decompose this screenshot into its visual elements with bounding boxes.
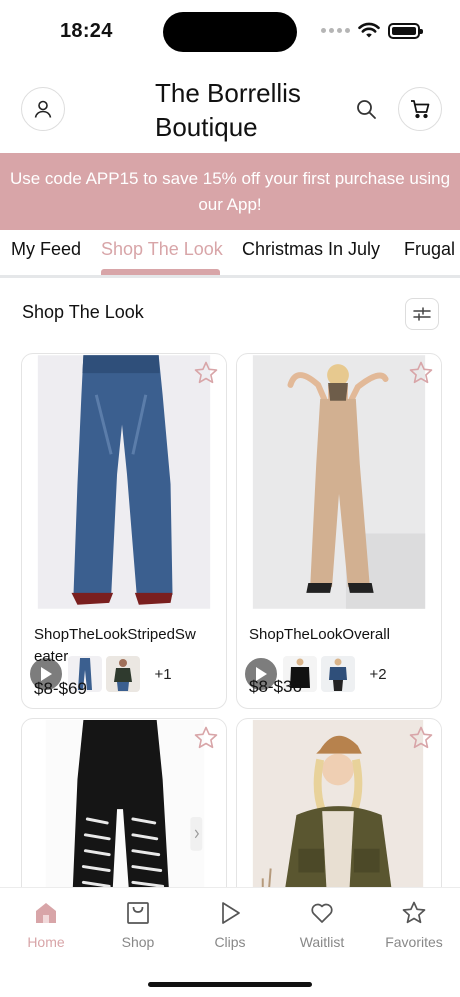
filter-button[interactable]: [405, 298, 439, 330]
nav-favorites-label: Favorites: [385, 934, 443, 950]
cart-icon: [411, 100, 430, 119]
tab-christmas-in-july[interactable]: Christmas In July: [242, 239, 380, 260]
product-price: $8-$69: [34, 679, 87, 698]
product-card[interactable]: +1 ShopTheLookStripedSweater $8-$69: [21, 353, 227, 709]
tab-frugal[interactable]: Frugal F: [404, 239, 460, 260]
status-time: 18:24: [60, 20, 113, 42]
favorite-star-icon[interactable]: [408, 725, 434, 751]
home-icon: [36, 903, 56, 923]
dynamic-island: [163, 12, 297, 52]
cellular-signal-icon: [321, 28, 350, 33]
status-bar: 18:24: [0, 0, 460, 64]
product-image: [237, 355, 441, 609]
product-price: $8-$36: [249, 677, 302, 696]
promo-banner[interactable]: Use code APP15 to save 15% off your firs…: [0, 153, 460, 230]
star-icon: [402, 901, 426, 924]
nav-clips[interactable]: Clips: [190, 900, 270, 950]
tabs-divider: [0, 275, 460, 278]
tab-my-feed[interactable]: My Feed: [11, 239, 81, 260]
nav-home[interactable]: Home: [6, 900, 86, 950]
cart-button[interactable]: [398, 87, 442, 131]
shop-bag-icon: [127, 902, 149, 924]
category-tabs: My Feed Shop The Look Christmas In July …: [0, 230, 460, 276]
brand-title: The Borrellis Boutique: [155, 78, 301, 142]
bottom-navigation: Home Shop Clips Waitlist Favorites: [0, 887, 460, 997]
wifi-icon: [358, 22, 380, 38]
tab-shop-the-look[interactable]: Shop The Look: [101, 239, 223, 260]
product-image: [22, 355, 226, 609]
product-card[interactable]: +2 ShopTheLookOverall $8-$36: [236, 353, 442, 709]
favorite-star-icon[interactable]: [408, 360, 434, 386]
status-icons: [321, 22, 423, 39]
nav-waitlist-label: Waitlist: [299, 934, 345, 950]
home-indicator: [148, 982, 312, 987]
nav-home-label: Home: [27, 934, 65, 950]
look-thumbnail[interactable]: [321, 656, 355, 692]
nav-shop[interactable]: Shop: [98, 900, 178, 950]
profile-button[interactable]: [21, 87, 65, 131]
section-title: Shop The Look: [22, 302, 144, 322]
user-icon: [34, 100, 52, 118]
sliders-icon: [413, 307, 431, 321]
play-icon: [222, 902, 240, 924]
nav-waitlist[interactable]: Waitlist: [282, 900, 362, 950]
app-header: The Borrellis Boutique: [0, 70, 460, 150]
favorite-star-icon[interactable]: [193, 360, 219, 386]
more-items-count[interactable]: +2: [359, 656, 397, 692]
favorite-star-icon[interactable]: [193, 725, 219, 751]
nav-favorites[interactable]: Favorites: [374, 900, 454, 950]
battery-icon: [388, 22, 423, 39]
search-icon: [357, 100, 376, 119]
heart-icon: [311, 903, 333, 923]
product-name: ShopTheLookOverall: [249, 626, 390, 643]
product-name: ShopTheLookStripedSweater: [34, 626, 196, 665]
nav-shop-label: Shop: [121, 934, 155, 950]
nav-clips-label: Clips: [214, 934, 246, 950]
search-button[interactable]: [352, 95, 380, 123]
